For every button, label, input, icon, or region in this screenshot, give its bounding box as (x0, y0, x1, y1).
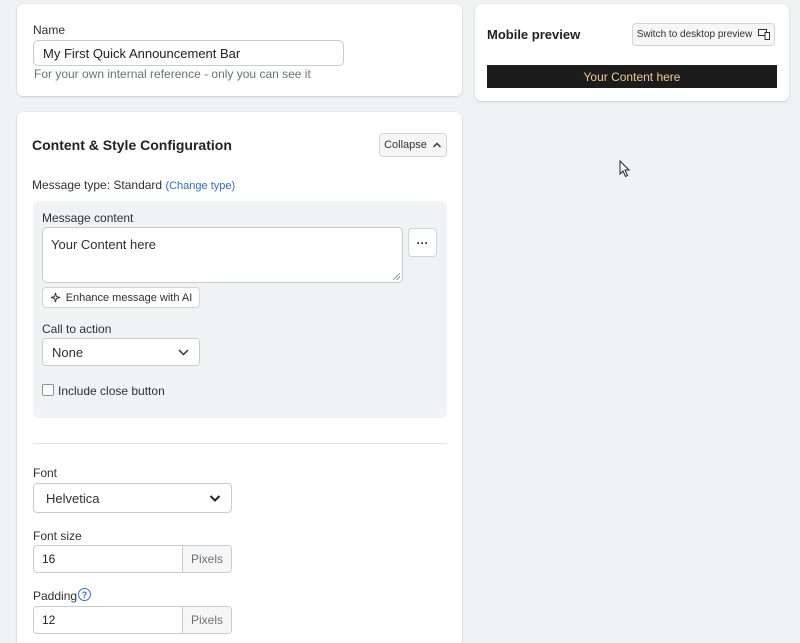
divider (33, 443, 447, 444)
include-close-checkbox[interactable] (42, 384, 54, 396)
preview-title: Mobile preview (487, 27, 581, 42)
name-card: Name My First Quick Announcement Bar For… (17, 4, 462, 96)
padding-value[interactable]: 12 (34, 607, 182, 633)
message-content-text: Your Content here (51, 237, 157, 252)
message-settings-box: Message content Your Content here ··· En… (33, 201, 447, 418)
switch-desktop-label: Switch to desktop preview (636, 29, 753, 40)
font-size-label: Font size (33, 529, 82, 543)
change-type-link[interactable]: (Change type) (165, 180, 235, 192)
padding-label: Padding (33, 589, 78, 603)
cta-value: None (52, 344, 84, 360)
mobile-preview-card: Mobile preview Switch to desktop preview… (475, 4, 789, 101)
cta-select[interactable]: None (42, 338, 200, 366)
chevron-down-icon (178, 349, 189, 356)
name-help-text: For your own internal reference - only y… (34, 67, 311, 81)
name-input[interactable]: My First Quick Announcement Bar (33, 40, 344, 66)
message-content-textarea[interactable]: Your Content here (42, 227, 403, 283)
switch-desktop-button[interactable]: Switch to desktop preview (632, 23, 775, 46)
font-select[interactable]: Helvetica (33, 483, 232, 513)
announcement-bar-text: Your Content here (583, 69, 681, 84)
font-value: Helvetica (46, 490, 100, 506)
padding-unit: Pixels (182, 607, 231, 633)
font-label: Font (33, 466, 58, 480)
more-options-button[interactable]: ··· (408, 228, 437, 257)
mouse-cursor-icon (619, 160, 631, 178)
enhance-ai-button[interactable]: Enhance message with AI (42, 287, 200, 308)
message-type-value: : Standard (106, 178, 163, 192)
message-type-label: Message type (32, 178, 107, 192)
help-icon[interactable]: ? (78, 588, 91, 601)
include-close-label: Include close button (58, 384, 165, 398)
chevron-up-icon (432, 142, 441, 148)
font-size-unit: Pixels (182, 546, 231, 572)
devices-icon (758, 29, 771, 40)
padding-input[interactable]: 12 Pixels (33, 606, 232, 634)
font-size-value[interactable]: 16 (34, 546, 182, 572)
name-label: Name (33, 23, 66, 37)
announcement-bar-preview: Your Content here (487, 65, 777, 88)
content-style-card: Content & Style Configuration Collapse M… (17, 112, 462, 643)
enhance-ai-label: Enhance message with AI (65, 291, 193, 304)
chevron-down-icon (209, 494, 221, 502)
resize-grip-icon[interactable] (393, 273, 400, 280)
collapse-label: Collapse (384, 139, 427, 151)
font-size-input[interactable]: 16 Pixels (33, 545, 232, 573)
collapse-button[interactable]: Collapse (379, 133, 447, 157)
message-type-row: Message type: Standard (Change type) (32, 178, 235, 192)
sparkle-icon (50, 292, 60, 303)
cta-label: Call to action (42, 322, 112, 336)
section-title: Content & Style Configuration (32, 137, 232, 153)
message-content-label: Message content (42, 211, 134, 225)
